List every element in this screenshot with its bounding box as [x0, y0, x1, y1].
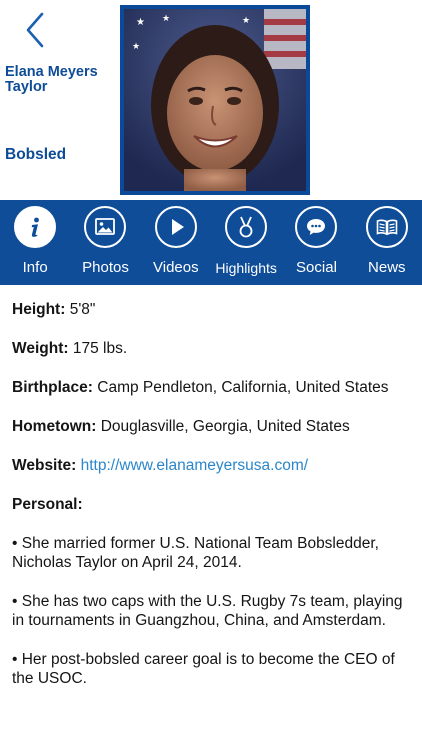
tab-highlights-label: Highlights — [215, 260, 277, 276]
tab-info-label: Info — [22, 259, 48, 276]
athlete-portrait-image: ★ ★ ★ ★ — [124, 9, 306, 191]
personal-item: • She has two caps with the U.S. Rugby 7… — [12, 593, 403, 629]
tab-videos-label: Videos — [153, 259, 199, 276]
svg-text:★: ★ — [162, 14, 170, 24]
personal-item: • She married former U.S. National Team … — [12, 535, 379, 571]
weight-row: Weight: 175 lbs. — [12, 339, 416, 358]
tab-videos[interactable]: Videos — [141, 200, 211, 285]
athlete-sport: Bobsled — [5, 146, 67, 163]
birthplace-row: Birthplace: Camp Pendleton, California, … — [12, 378, 416, 397]
height-row: Height: 5'8" — [12, 300, 416, 319]
tab-social-circle — [295, 206, 338, 248]
tab-social[interactable]: Social — [281, 200, 351, 285]
website-label: Website: — [12, 457, 77, 474]
tab-news[interactable]: News — [352, 200, 422, 285]
athlete-info-panel: Height: 5'8" Weight: 175 lbs. Birthplace… — [12, 300, 416, 708]
svg-text:★: ★ — [136, 17, 145, 28]
athlete-name: Elana Meyers Taylor — [5, 64, 98, 95]
personal-label: Personal: — [12, 496, 83, 513]
back-button[interactable] — [20, 10, 56, 52]
chevron-left-icon — [26, 12, 44, 48]
personal-item: • Her post-bobsled career goal is to bec… — [12, 651, 395, 687]
tab-highlights[interactable]: Highlights — [211, 200, 281, 285]
svg-text:★: ★ — [132, 42, 140, 52]
hometown-label: Hometown: — [12, 418, 97, 435]
tab-photos-label: Photos — [82, 259, 129, 276]
height-value: 5'8" — [69, 301, 96, 318]
athlete-photo: ★ ★ ★ ★ — [120, 5, 310, 195]
chat-icon — [307, 219, 326, 235]
tab-highlights-circle — [225, 206, 268, 248]
birthplace-value: Camp Pendleton, California, United State… — [97, 379, 389, 396]
info-icon — [31, 217, 40, 237]
image-icon — [95, 218, 116, 235]
play-icon — [171, 219, 184, 235]
weight-value: 175 lbs. — [72, 340, 128, 357]
personal-heading-row: Personal: — [12, 495, 416, 514]
tab-info[interactable]: Info — [0, 200, 70, 285]
birthplace-label: Birthplace: — [12, 379, 93, 396]
medal-icon — [239, 216, 253, 238]
tab-news-circle — [365, 206, 408, 248]
weight-label: Weight: — [12, 340, 69, 357]
height-label: Height: — [12, 301, 66, 318]
website-link[interactable]: http://www.elanameyersusa.com/ — [81, 457, 308, 474]
tab-info-circle — [14, 206, 57, 248]
tab-social-label: Social — [296, 259, 337, 276]
tab-videos-circle — [154, 206, 197, 248]
tab-news-label: News — [368, 259, 406, 276]
hometown-value: Douglasville, Georgia, United States — [100, 418, 350, 435]
svg-text:★: ★ — [242, 16, 250, 26]
website-row: Website: http://www.elanameyersusa.com/ — [12, 456, 416, 475]
section-tab-bar: Info Photos Videos Highlights Social New… — [0, 200, 422, 285]
tab-photos-circle — [84, 206, 127, 248]
hometown-row: Hometown: Douglasville, Georgia, United … — [12, 417, 416, 436]
newspaper-icon — [376, 219, 398, 236]
tab-photos[interactable]: Photos — [70, 200, 140, 285]
athlete-header: Elana Meyers Taylor Bobsled ★ ★ ★ ★ — [0, 0, 422, 200]
